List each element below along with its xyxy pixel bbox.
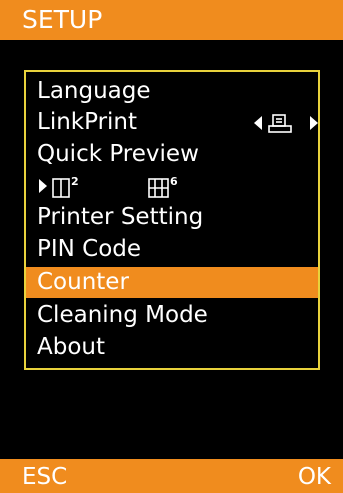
selection-pointer-icon <box>39 179 47 193</box>
menu-item-about[interactable]: About <box>26 332 318 363</box>
menu-item-pin-code[interactable]: PIN Code <box>26 234 318 265</box>
left-arrow-icon[interactable] <box>254 116 262 130</box>
six-up-count: 6 <box>170 175 178 188</box>
menu-item-label: Counter <box>37 269 129 295</box>
ok-button[interactable]: OK <box>298 463 331 491</box>
menu-item-printer-setting[interactable]: Printer Setting <box>26 202 318 233</box>
menu-item-cleaning-mode[interactable]: Cleaning Mode <box>26 300 318 331</box>
printer-icon <box>268 114 292 133</box>
right-arrow-icon[interactable] <box>310 116 318 130</box>
linkprint-selector[interactable] <box>250 109 320 137</box>
menu-item-label: LinkPrint <box>37 109 138 135</box>
six-up-layout-icon[interactable] <box>148 178 169 198</box>
menu-item-label: Language <box>37 78 151 104</box>
menu-item-label: Quick Preview <box>37 141 199 167</box>
menu-item-label: Cleaning Mode <box>37 302 208 328</box>
menu-item-label: About <box>37 334 106 360</box>
menu-item-counter[interactable]: Counter <box>26 267 318 298</box>
menu-item-language[interactable]: Language <box>26 76 318 107</box>
setup-screen: SETUP Language LinkPrint Quick Preview 2 <box>0 0 343 493</box>
two-up-count: 2 <box>71 175 79 188</box>
quick-preview-options: 2 6 <box>39 175 178 198</box>
esc-button[interactable]: ESC <box>22 463 67 491</box>
menu-item-label: Printer Setting <box>37 204 204 230</box>
page-title: SETUP <box>22 5 103 34</box>
menu-item-label: PIN Code <box>37 236 142 262</box>
menu-item-quick-preview[interactable]: Quick Preview <box>26 139 318 170</box>
two-up-layout-icon[interactable] <box>52 178 70 198</box>
